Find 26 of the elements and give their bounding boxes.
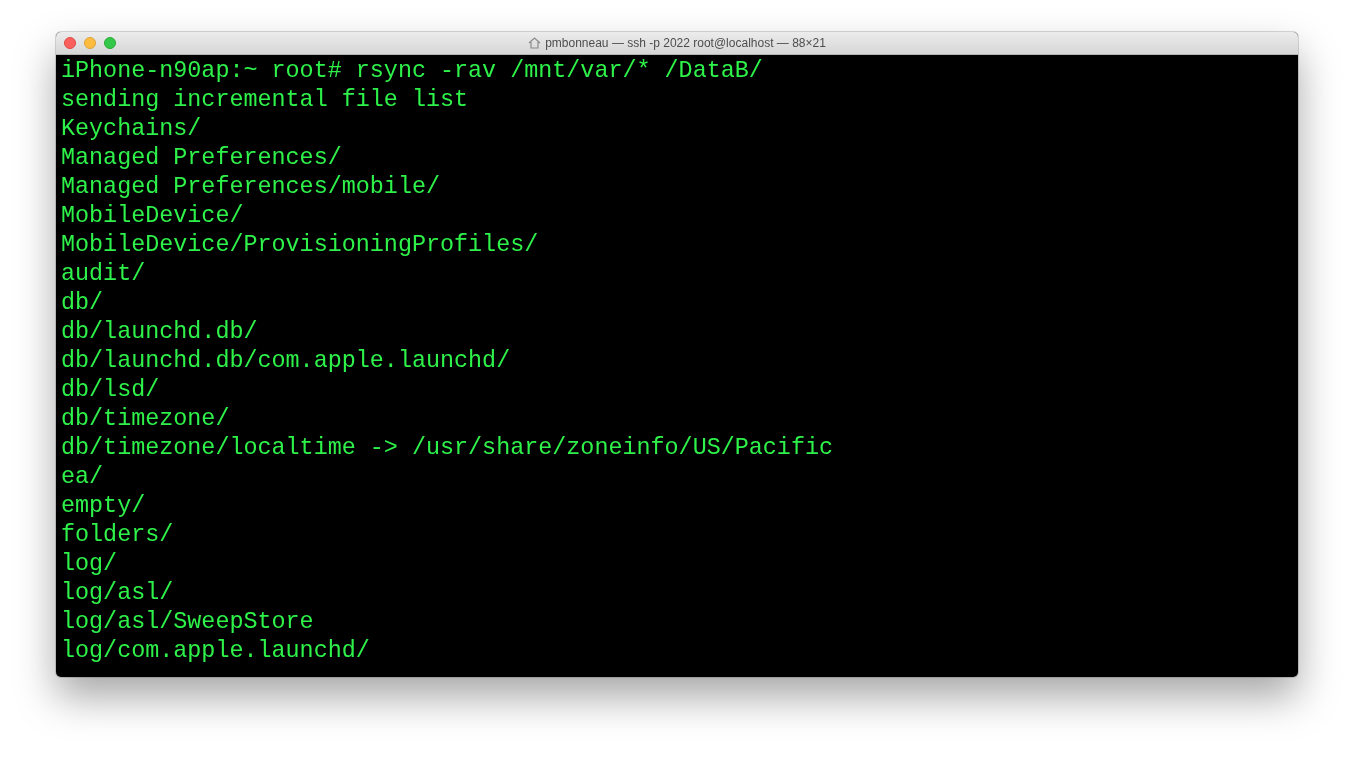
terminal-line: folders/: [61, 521, 174, 550]
terminal-line: sending incremental file list: [61, 86, 469, 115]
terminal-line: log/asl/SweepStore: [61, 608, 314, 637]
terminal-line: log/: [61, 550, 118, 579]
terminal-line: MobileDevice/: [61, 202, 244, 231]
terminal-line: Managed Preferences/: [61, 144, 342, 173]
terminal-line: log/asl/: [61, 579, 174, 608]
terminal-line: db/launchd.db/: [61, 318, 258, 347]
terminal-line: iPhone-n90ap:~ root# rsync -rav /mnt/var/* /DataB/: [61, 57, 763, 86]
terminal-line: empty/: [61, 492, 146, 521]
window-title: pmbonneau — ssh -p 2022 root@localhost — 88×21: [545, 36, 826, 50]
terminal-line: db/launchd.db/com.apple.launchd/: [61, 347, 511, 376]
terminal-line: db/timezone/localtime -> /usr/share/zoneinfo/US/Pacific: [61, 434, 834, 463]
terminal-line: audit/: [61, 260, 146, 289]
terminal-line: db/: [61, 289, 104, 318]
home-icon: [528, 37, 542, 49]
terminal-line: db/timezone/: [61, 405, 230, 434]
terminal-line: Keychains/: [61, 115, 202, 144]
terminal-line: log/com.apple.launchd/: [61, 637, 370, 666]
terminal-line: Managed Preferences/mobile/: [61, 173, 440, 202]
terminal-line: MobileDevice/ProvisioningProfiles/: [61, 231, 539, 260]
minimize-button[interactable]: [84, 37, 96, 49]
terminal-line: ea/: [61, 463, 104, 492]
close-button[interactable]: [64, 37, 76, 49]
zoom-button[interactable]: [104, 37, 116, 49]
terminal-line: db/lsd/: [61, 376, 160, 405]
